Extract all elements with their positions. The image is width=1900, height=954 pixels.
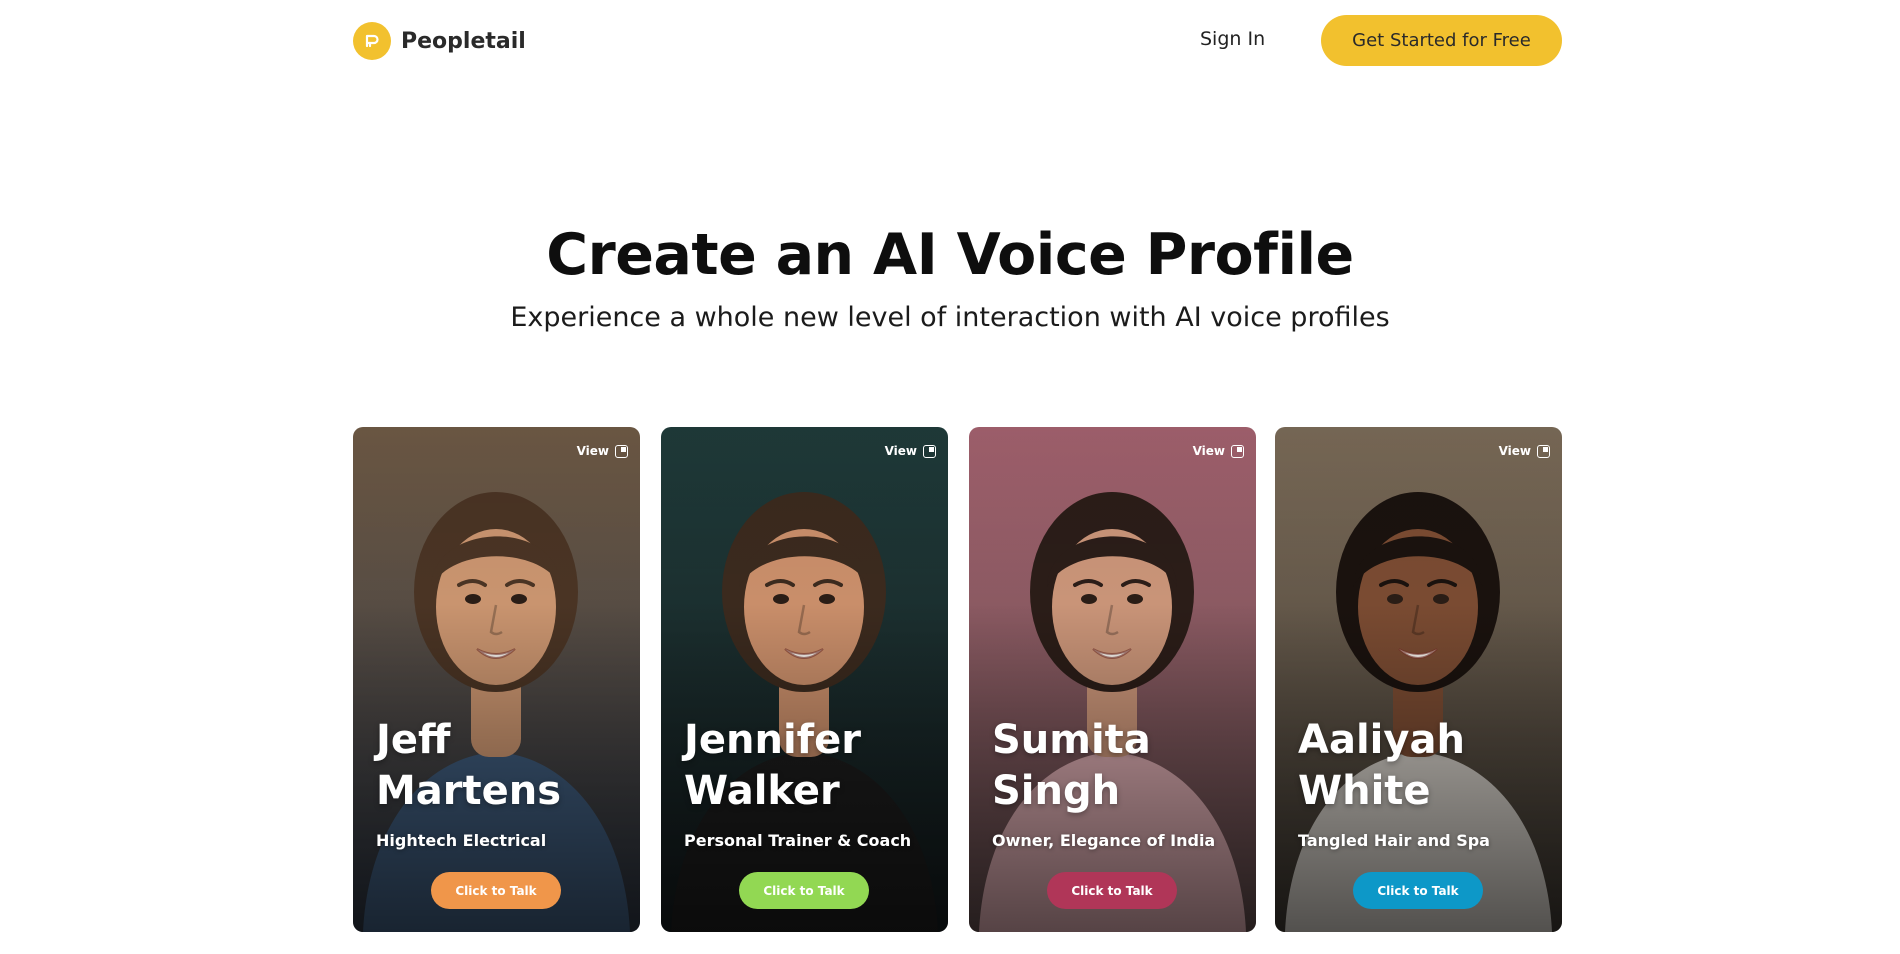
view-link[interactable]: View [885, 444, 936, 458]
profile-role: Personal Trainer & Coach [684, 831, 912, 850]
profile-card-jeff-martens[interactable]: View Jeff Martens Hightech Electrical Cli… [353, 427, 640, 932]
external-link-icon [1537, 444, 1550, 458]
hero-subtitle: Experience a whole new level of interact… [510, 302, 1390, 333]
external-link-icon [923, 444, 936, 458]
external-link-icon [1231, 444, 1244, 458]
profile-name: Jeff Martens [376, 717, 562, 814]
external-link-icon [615, 444, 628, 458]
profile-role: Tangled Hair and Spa [1298, 831, 1490, 850]
click-to-talk-button[interactable]: Click to Talk [1353, 872, 1483, 909]
peopletail-logo-icon [353, 22, 391, 60]
view-link[interactable]: View [1193, 444, 1244, 458]
click-to-talk-button[interactable]: Click to Talk [739, 872, 869, 909]
profile-cards: View Jeff Martens Hightech Electrical Cli… [353, 427, 1562, 932]
profile-card-aaliyah-white[interactable]: View Aaliyah White Tangled Hair and Spa C… [1275, 427, 1562, 932]
top-navigation: Peopletail Sign In Get Started for Free [0, 0, 1900, 80]
profile-name: Sumita Singh [992, 717, 1151, 814]
view-link[interactable]: View [1499, 444, 1550, 458]
profile-card-sumita-singh[interactable]: View Sumita Singh Owner, Elegance of Indi… [969, 427, 1256, 932]
click-to-talk-button[interactable]: Click to Talk [431, 872, 561, 909]
profile-name: Aaliyah White [1298, 717, 1465, 814]
click-to-talk-button[interactable]: Click to Talk [1047, 872, 1177, 909]
profile-role: Hightech Electrical [376, 831, 547, 850]
view-link[interactable]: View [577, 444, 628, 458]
get-started-button[interactable]: Get Started for Free [1321, 15, 1562, 66]
profile-card-jennifer-walker[interactable]: View Jennifer Walker Personal Trainer & C… [661, 427, 948, 932]
profile-name: Jennifer Walker [684, 717, 861, 814]
brand-logo[interactable]: Peopletail [353, 22, 526, 60]
brand-name: Peopletail [401, 28, 526, 54]
hero-title: Create an AI Voice Profile [546, 222, 1354, 288]
profile-role: Owner, Elegance of India [992, 831, 1216, 850]
sign-in-link[interactable]: Sign In [1200, 28, 1265, 50]
